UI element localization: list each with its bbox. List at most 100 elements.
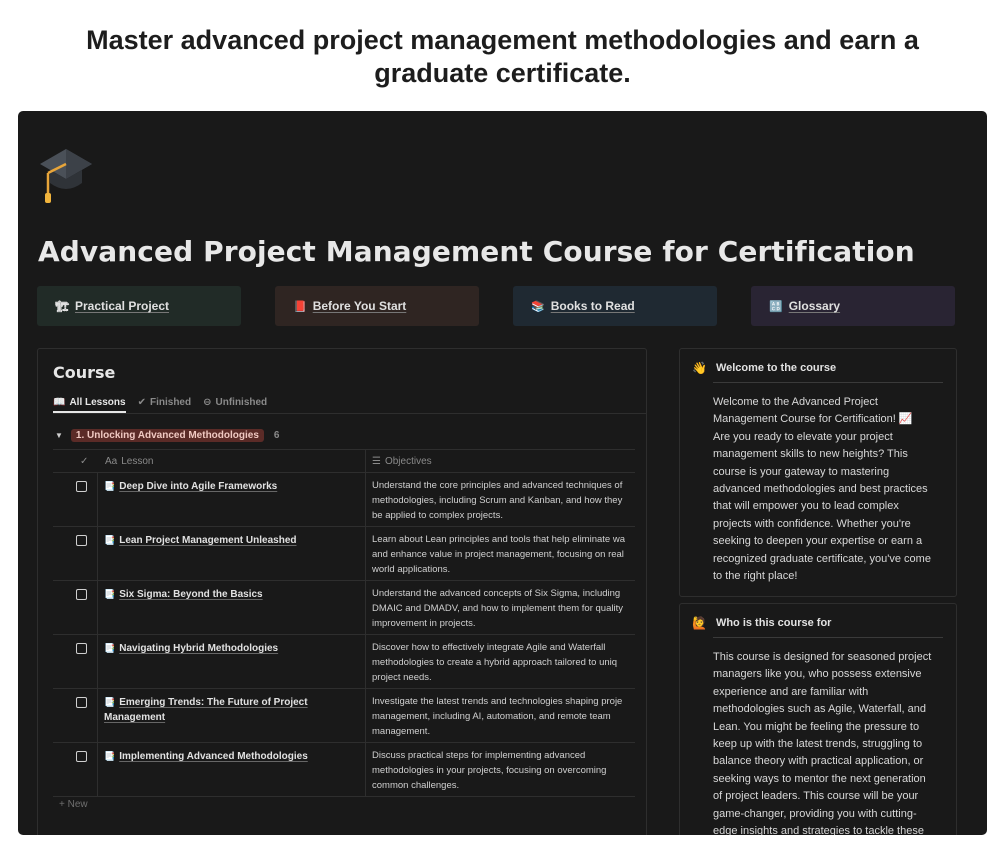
- welcome-line: seeking to deepen your expertise or earn…: [713, 535, 923, 548]
- triangle-down-icon[interactable]: ▼: [55, 431, 63, 440]
- objectives-cell[interactable]: Learn about Lean principles and tools th…: [365, 527, 635, 580]
- minus-circle-icon: ⊖: [203, 396, 212, 408]
- link-label: Practical Project: [74, 299, 170, 313]
- link-label: Glossary: [788, 299, 841, 313]
- welcome-heading: 👋 Welcome to the course: [692, 361, 836, 375]
- crane-icon: 🏗: [55, 300, 69, 313]
- page-title: Advanced Project Management Course for C…: [38, 235, 915, 268]
- objectives-cell[interactable]: Understand the advanced concepts of Six …: [365, 581, 635, 634]
- lesson-cell[interactable]: 📑 Implementing Advanced Methodologies: [97, 743, 365, 796]
- objective-line: management, including AI, automation, an…: [372, 711, 611, 722]
- objective-line: Discover how to effectively integrate Ag…: [372, 642, 606, 653]
- table-header: ✓ Aa Lesson ☰ Objectives: [53, 449, 635, 473]
- lesson-title: Deep Dive into Agile Frameworks: [119, 481, 278, 492]
- audience-line: methodologies such as Agile, Waterfall, …: [713, 703, 926, 716]
- lesson-title-cont: Management: [104, 712, 166, 723]
- link-label: Before You Start: [312, 299, 407, 313]
- link-glossary[interactable]: 🔠 Glossary: [751, 286, 955, 326]
- audience-line: managers like you, who possess extensive: [713, 668, 922, 681]
- check-circle-icon: ✔: [137, 396, 146, 408]
- lesson-title: Implementing Advanced Methodologies: [119, 751, 308, 762]
- tab-label: Finished: [149, 396, 192, 408]
- tab-label: All Lessons: [69, 396, 126, 408]
- course-title: Course: [53, 363, 116, 382]
- tab-unfinished[interactable]: ⊖ Unfinished: [203, 393, 267, 411]
- objective-line: and enhance value in project management,…: [372, 549, 624, 560]
- objective-line: management.: [372, 726, 431, 737]
- objectives-cell[interactable]: Discover how to effectively integrate Ag…: [365, 635, 635, 688]
- objective-line: Learn about Lean principles and tools th…: [372, 534, 625, 545]
- welcome-line: course is your gateway to mastering: [713, 465, 890, 478]
- welcome-line: Welcome to the Advanced Project: [713, 396, 878, 408]
- group-header[interactable]: ▼ 1. Unlocking Advanced Methodologies 6: [55, 427, 279, 443]
- quick-links: 🏗 Practical Project 📕 Before You Start 📚…: [37, 286, 957, 326]
- objective-line: world applications.: [372, 564, 451, 575]
- group-count: 6: [273, 429, 280, 441]
- link-practical-project[interactable]: 🏗 Practical Project: [37, 286, 241, 326]
- objective-line: common challenges.: [372, 780, 460, 791]
- welcome-line: management skills to new heights? This: [713, 448, 908, 461]
- row-checkbox[interactable]: [76, 697, 87, 708]
- lessons-table: ✓ Aa Lesson ☰ Objectives 📑 Deep Dive into…: [53, 449, 635, 797]
- row-checkbox[interactable]: [76, 643, 87, 654]
- welcome-title: Welcome to the course: [715, 362, 837, 374]
- view-tabs: 📖 All Lessons ✔ Finished ⊖ Unfinished: [53, 393, 279, 413]
- course-database: Course 📖 All Lessons ✔ Finished ⊖ Unfini…: [37, 348, 647, 835]
- welcome-line: that will empower you to lead complex: [713, 500, 899, 513]
- table-row: 📑 Six Sigma: Beyond the Basics Understand…: [53, 581, 635, 635]
- tab-finished[interactable]: ✔ Finished: [138, 393, 192, 411]
- lesson-cell[interactable]: 📑 Lean Project Management Unleashed: [97, 527, 365, 580]
- lesson-cell[interactable]: 📑 Emerging Trends: The Future of Project M…: [97, 689, 365, 742]
- lesson-cell[interactable]: 📑 Deep Dive into Agile Frameworks: [97, 473, 365, 526]
- notebook-icon: 📑: [104, 751, 116, 761]
- welcome-line: Management Course for Certification! 📈: [713, 413, 913, 426]
- objective-line: methodologies to create a hybrid approac…: [372, 657, 618, 668]
- table-row: 📑 Implementing Advanced Methodologies Dis…: [53, 743, 635, 797]
- objective-line: project needs.: [372, 672, 432, 683]
- table-row: 📑 Emerging Trends: The Future of Project M…: [53, 689, 635, 743]
- lesson-title: Lean Project Management Unleashed: [119, 535, 297, 546]
- objectives-cell[interactable]: Understand the core principles and advan…: [365, 473, 635, 526]
- row-checkbox[interactable]: [76, 589, 87, 600]
- objective-line: methodologies in your projects, focusing…: [372, 765, 607, 776]
- column-objectives[interactable]: ☰ Objectives: [365, 450, 432, 472]
- books-icon: 📚: [531, 300, 545, 313]
- link-before-you-start[interactable]: 📕 Before You Start: [275, 286, 479, 326]
- row-checkbox[interactable]: [76, 535, 87, 546]
- welcome-callout: 👋 Welcome to the course Welcome to the A…: [679, 348, 957, 597]
- notebook-icon: 📑: [104, 697, 116, 707]
- audience-line: Lean. You might be feeling the pressure …: [713, 720, 920, 733]
- lesson-title: Six Sigma: Beyond the Basics: [119, 589, 263, 600]
- welcome-line: Are you ready to elevate your project: [713, 430, 893, 443]
- objective-line: Investigate the latest trends and techno…: [372, 696, 623, 707]
- welcome-line: recognized graduate certificate, you've …: [713, 552, 931, 565]
- red-book-icon: 📕: [293, 300, 307, 313]
- group-name: 1. Unlocking Advanced Methodologies: [70, 428, 264, 442]
- tabs-divider: [53, 413, 646, 414]
- tab-all-lessons[interactable]: 📖 All Lessons: [53, 393, 126, 413]
- waving-hand-icon: 👋: [692, 361, 707, 375]
- table-row: 📑 Navigating Hybrid Methodologies Discove…: [53, 635, 635, 689]
- lesson-cell[interactable]: 📑 Navigating Hybrid Methodologies: [97, 635, 365, 688]
- graduation-cap-icon: [40, 149, 92, 203]
- table-row: 📑 Deep Dive into Agile Frameworks Underst…: [53, 473, 635, 527]
- objectives-cell[interactable]: Investigate the latest trends and techno…: [365, 689, 635, 742]
- row-checkbox[interactable]: [76, 481, 87, 492]
- notebook-icon: 📑: [104, 643, 116, 653]
- link-books-to-read[interactable]: 📚 Books to Read: [513, 286, 717, 326]
- lesson-title: Emerging Trends: The Future of Project: [119, 697, 308, 708]
- notebook-icon: 📑: [104, 589, 116, 599]
- audience-line: seeking ways to mentor the next generati…: [713, 772, 926, 785]
- objective-line: Understand the advanced concepts of Six …: [372, 588, 621, 599]
- row-checkbox[interactable]: [76, 751, 87, 762]
- open-book-icon: 📖: [53, 396, 66, 408]
- column-lesson[interactable]: Aa Lesson: [103, 450, 153, 472]
- notebook-icon: 📑: [104, 481, 116, 491]
- add-new-row-button[interactable]: + New: [59, 799, 88, 810]
- column-label: Objectives: [384, 455, 432, 467]
- audience-body: This course is designed for seasoned pro…: [713, 649, 953, 835]
- abc-icon: 🔠: [769, 300, 783, 313]
- lesson-cell[interactable]: 📑 Six Sigma: Beyond the Basics: [97, 581, 365, 634]
- objective-line: DMAIC and DMADV, and how to implement th…: [372, 603, 623, 614]
- objectives-cell[interactable]: Discuss practical steps for implementing…: [365, 743, 635, 796]
